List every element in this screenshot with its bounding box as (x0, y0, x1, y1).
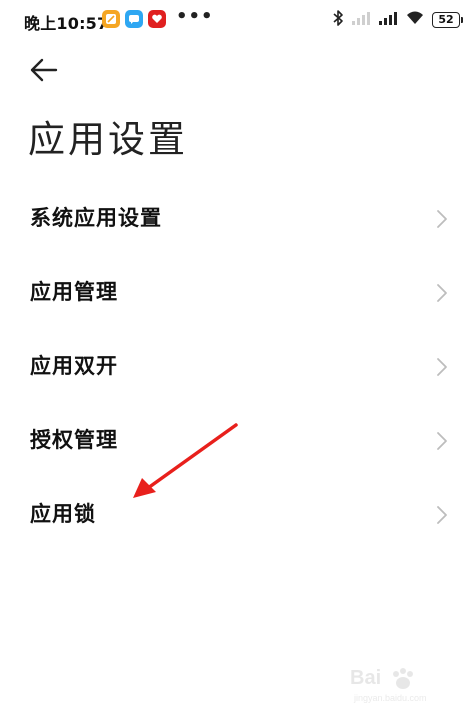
menu-item-app-management[interactable]: 应用管理 (0, 256, 474, 330)
menu-item-label: 应用锁 (30, 502, 96, 526)
status-time: 晚上10:57 (24, 14, 109, 33)
status-bar: 晚上10:57 ••• 52 (0, 0, 474, 38)
menu-item-permissions[interactable]: 授权管理 (0, 404, 474, 478)
watermark-subtext: jingyan.baidu.com (354, 693, 427, 703)
settings-menu-list: 系统应用设置 应用管理 应用双开 授权管理 应用锁 (0, 182, 474, 552)
wifi-icon (405, 10, 425, 30)
back-button[interactable] (28, 56, 64, 88)
signal-icon-2 (378, 10, 398, 30)
menu-item-label: 应用双开 (30, 354, 118, 378)
menu-item-label: 授权管理 (30, 428, 118, 452)
page-title: 应用设置 (28, 118, 188, 161)
status-indicators: 52 (332, 9, 463, 31)
chevron-right-icon (437, 358, 447, 376)
chevron-right-icon (437, 284, 447, 302)
menu-item-system-app-settings[interactable]: 系统应用设置 (0, 182, 474, 256)
red-app-icon (148, 10, 166, 28)
paw-icon (393, 668, 413, 689)
watermark-text: Bai (350, 667, 382, 689)
bluetooth-icon (332, 9, 344, 31)
menu-item-label: 应用管理 (30, 280, 118, 304)
chat-app-icon (125, 10, 143, 28)
menu-item-label: 系统应用设置 (30, 206, 162, 230)
menu-item-app-lock[interactable]: 应用锁 (0, 478, 474, 552)
chevron-right-icon (437, 506, 447, 524)
baidu-watermark: Bai jingyan.baidu.com (350, 667, 450, 707)
notes-app-icon (102, 10, 120, 28)
arrow-left-icon (30, 58, 58, 82)
battery-icon: 52 (432, 12, 463, 28)
menu-item-dual-apps[interactable]: 应用双开 (0, 330, 474, 404)
chevron-right-icon (437, 432, 447, 450)
signal-icon-1 (351, 10, 371, 30)
chevron-right-icon (437, 210, 447, 228)
more-notifications-icon: ••• (176, 6, 214, 27)
